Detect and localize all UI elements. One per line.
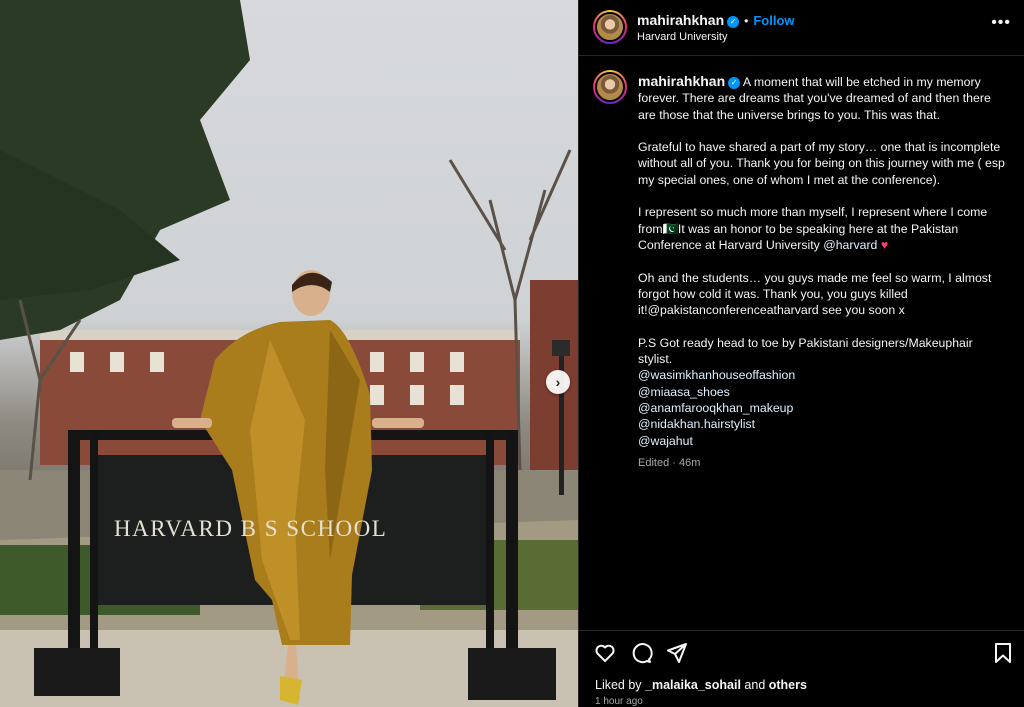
post-panel: mahirahkhan ✓ • Follow Harvard University •… [578,0,1024,707]
pink-heart-emoji: ♥ [880,237,889,252]
caption-area[interactable]: mahirahkhan ✓ A moment that will be etche… [579,56,1024,630]
verified-icon: ✓ [728,77,741,89]
liked-prefix: Liked by [595,678,646,692]
header-username[interactable]: mahirahkhan [637,12,724,28]
location-link[interactable]: Harvard University [637,31,727,43]
bookmark-icon[interactable] [991,641,1015,665]
caption-avatar[interactable] [593,70,627,104]
caption-username[interactable]: mahirahkhan [638,73,725,89]
caption-p3: I represent so much more than myself, I … [638,205,988,252]
edited-timestamp: Edited · 46m [638,456,701,469]
caption-paragraph-3: I represent so much more than myself, I … [638,204,1008,253]
next-photo-button[interactable]: › [546,370,570,394]
post-photo: HARVARD B S SCHOOL › [0,0,578,707]
post-time[interactable]: 1 hour ago [595,696,643,707]
chevron-right-icon: › [555,374,561,390]
caption-paragraph-5: P.S Got ready head to toe by Pakistani d… [638,335,1008,449]
heart-icon[interactable] [593,641,617,665]
mention-harvard[interactable]: @harvard [823,238,877,252]
likes-summary: Liked by _malaika_sohail and others [595,678,807,692]
mention-link[interactable]: @nidakhan.hairstylist [638,416,1008,432]
liked-others-link[interactable]: others [769,678,807,692]
separator-dot: • [744,14,749,28]
mention-link[interactable]: @wajahut [638,433,1008,449]
liked-user-link[interactable]: _malaika_sohail [645,678,741,692]
comment-icon[interactable] [629,641,653,665]
verified-icon: ✓ [727,16,740,28]
caption-p5: P.S Got ready head to toe by Pakistani d… [638,335,973,367]
post-header: mahirahkhan ✓ • Follow Harvard University •… [579,0,1024,56]
caption-p4: Oh and the students… you guys made me fe… [638,270,992,318]
photo-illustration [0,0,578,707]
caption-p2: Grateful to have shared a part of my sto… [638,140,1005,187]
follow-button[interactable]: Follow [753,13,794,28]
mention-link[interactable]: @miaasa_shoes [638,384,1008,400]
sign-text: HARVARD B S SCHOOL [114,516,388,541]
caption-paragraph-1: mahirahkhan ✓ A moment that will be etche… [638,73,1008,123]
action-bar [579,630,1024,670]
share-icon[interactable] [665,641,689,665]
mention-link[interactable]: @wasimkhanhouseoffashion [638,367,1008,383]
avatar[interactable] [593,10,627,44]
header-line: mahirahkhan ✓ • Follow [637,12,795,28]
mention-link[interactable]: @anamfarooqkhan_makeup [638,400,1008,416]
more-icon[interactable]: ••• [991,14,1011,32]
liked-and: and [740,678,769,692]
caption-text: mahirahkhan ✓ A moment that will be etche… [638,73,1008,471]
